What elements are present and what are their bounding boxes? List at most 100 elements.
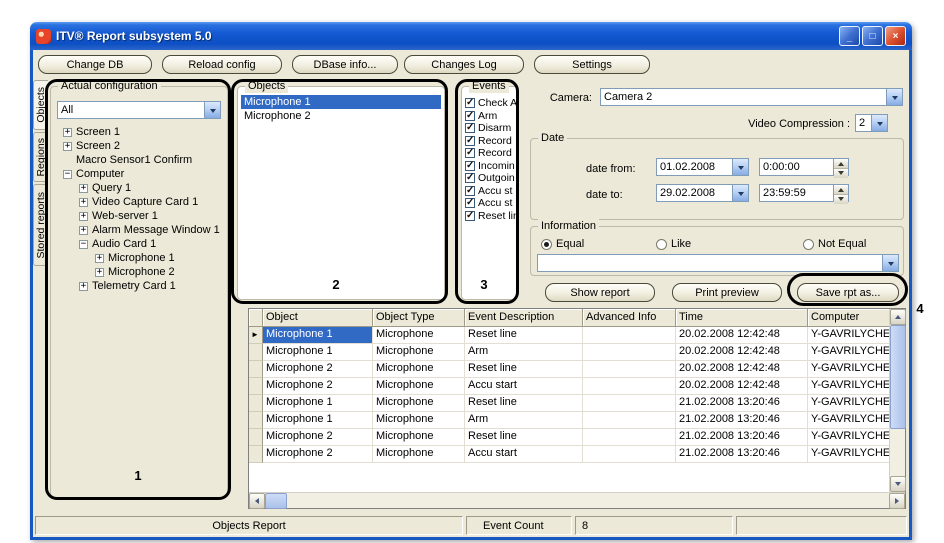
radio-icon[interactable] — [656, 239, 667, 250]
cell-advanced-info[interactable] — [583, 395, 676, 412]
cell-time[interactable]: 20.02.2008 12:42:48 — [676, 327, 808, 344]
event-filter-item[interactable]: Accu st — [465, 185, 516, 198]
dropdown-icon[interactable] — [871, 115, 887, 131]
cell-computer[interactable]: Y-GAVRILYCHEV — [808, 378, 890, 395]
event-filter-item[interactable]: Arm — [465, 110, 516, 123]
table-row[interactable]: Microphone 2 Microphone Accu start 20.02… — [249, 378, 890, 395]
object-list-item[interactable]: Microphone 2 — [241, 109, 441, 123]
tree-expander-icon[interactable]: + — [79, 198, 88, 207]
tree-expander-icon[interactable]: + — [63, 142, 72, 151]
table-row[interactable]: Microphone 1 Microphone Reset line 21.02… — [249, 395, 890, 412]
vertical-scroll-thumb[interactable] — [890, 325, 906, 429]
minimize-button[interactable]: _ — [839, 26, 860, 46]
tree-item[interactable]: + Screen 1 — [59, 125, 221, 139]
event-filter-item[interactable]: Check A — [465, 97, 516, 110]
event-filter-item[interactable]: Record — [465, 135, 516, 148]
tree-item[interactable]: + Screen 2 — [59, 139, 221, 153]
cell-event-description[interactable]: Arm — [465, 412, 583, 429]
tree-expander-icon[interactable]: − — [79, 240, 88, 249]
tree-item[interactable]: + Video Capture Card 1 — [59, 195, 221, 209]
column-header-event-description[interactable]: Event Description — [465, 309, 583, 327]
side-tab-stored-reports[interactable]: Stored reports — [33, 184, 48, 266]
cell-event-description[interactable]: Arm — [465, 344, 583, 361]
scroll-left-icon[interactable] — [249, 493, 265, 509]
tree-expander-icon[interactable]: − — [63, 170, 72, 179]
information-value-select[interactable] — [537, 254, 899, 272]
camera-select[interactable]: Camera 2 — [600, 88, 903, 106]
checkbox-icon[interactable] — [465, 186, 475, 196]
checkbox-icon[interactable] — [465, 123, 475, 133]
table-row[interactable]: Microphone 2 Microphone Accu start 21.02… — [249, 446, 890, 463]
dbase-info-button[interactable]: DBase info... — [292, 55, 398, 74]
cell-event-description[interactable]: Accu start — [465, 378, 583, 395]
column-header-object-type[interactable]: Object Type — [373, 309, 465, 327]
event-filter-item[interactable]: Incomin — [465, 160, 516, 173]
tree-expander-icon[interactable]: + — [63, 128, 72, 137]
cell-object-type[interactable]: Microphone — [373, 429, 465, 446]
cell-object-type[interactable]: Microphone — [373, 327, 465, 344]
table-row[interactable]: Microphone 2 Microphone Reset line 21.02… — [249, 429, 890, 446]
tree-expander-icon[interactable]: + — [79, 212, 88, 221]
horizontal-scrollbar[interactable] — [249, 492, 905, 508]
video-compression-select[interactable]: 2 — [855, 114, 888, 132]
cell-object[interactable]: Microphone 1 — [263, 344, 373, 361]
cell-object-type[interactable]: Microphone — [373, 344, 465, 361]
tree-expander-icon[interactable]: + — [95, 268, 104, 277]
column-header-computer[interactable]: Computer — [808, 309, 890, 327]
spin-down-icon[interactable] — [834, 195, 848, 204]
changes-log-button[interactable]: Changes Log — [404, 55, 524, 74]
cell-object[interactable]: Microphone 1 — [263, 395, 373, 412]
event-filter-item[interactable]: Reset lin — [465, 210, 516, 223]
event-filter-item[interactable]: Accu st — [465, 197, 516, 210]
vertical-scrollbar[interactable] — [889, 309, 905, 492]
change-db-button[interactable]: Change DB — [38, 55, 152, 74]
checkbox-icon[interactable] — [465, 173, 475, 183]
save-report-as-button[interactable]: Save rpt as... — [797, 283, 899, 302]
cell-advanced-info[interactable] — [583, 361, 676, 378]
cell-computer[interactable]: Y-GAVRILYCHEV — [808, 446, 890, 463]
maximize-button[interactable]: □ — [862, 26, 883, 46]
column-header-object[interactable]: Object — [263, 309, 373, 327]
time-from-spinner[interactable]: 0:00:00 — [759, 158, 849, 176]
scroll-right-icon[interactable] — [889, 493, 905, 509]
cell-time[interactable]: 21.02.2008 13:20:46 — [676, 395, 808, 412]
cell-event-description[interactable]: Reset line — [465, 429, 583, 446]
cell-object-type[interactable]: Microphone — [373, 446, 465, 463]
horizontal-scroll-thumb[interactable] — [265, 493, 287, 509]
spin-up-icon[interactable] — [834, 185, 848, 195]
cell-event-description[interactable]: Accu start — [465, 446, 583, 463]
table-row[interactable]: Microphone 1 Microphone Reset line 20.02… — [249, 327, 890, 344]
cell-object-type[interactable]: Microphone — [373, 412, 465, 429]
cell-event-description[interactable]: Reset line — [465, 327, 583, 344]
close-button[interactable]: × — [885, 26, 906, 46]
date-from-select[interactable]: 01.02.2008 — [656, 158, 749, 176]
dropdown-icon[interactable] — [882, 255, 898, 271]
spin-down-icon[interactable] — [834, 169, 848, 178]
tree-item[interactable]: + Query 1 — [59, 181, 221, 195]
radio-icon[interactable] — [803, 239, 814, 250]
dropdown-icon[interactable] — [886, 89, 902, 105]
cell-object-type[interactable]: Microphone — [373, 378, 465, 395]
cell-time[interactable]: 20.02.2008 12:42:48 — [676, 378, 808, 395]
tree-expander-icon[interactable]: + — [79, 282, 88, 291]
cell-time[interactable]: 21.02.2008 13:20:46 — [676, 412, 808, 429]
object-list-item[interactable]: Microphone 1 — [241, 95, 441, 109]
time-to-spinner[interactable]: 23:59:59 — [759, 184, 849, 202]
match-option-equal[interactable]: Equal — [541, 238, 584, 250]
tree-item[interactable]: − Computer — [59, 167, 221, 181]
table-row[interactable]: Microphone 1 Microphone Arm 20.02.2008 1… — [249, 344, 890, 361]
print-preview-button[interactable]: Print preview — [672, 283, 782, 302]
cell-advanced-info[interactable] — [583, 412, 676, 429]
cell-object[interactable]: Microphone 2 — [263, 446, 373, 463]
tree-item[interactable]: + Microphone 1 — [59, 251, 221, 265]
cell-time[interactable]: 21.02.2008 13:20:46 — [676, 446, 808, 463]
cell-computer[interactable]: Y-GAVRILYCHEV — [808, 327, 890, 344]
dropdown-icon[interactable] — [204, 102, 220, 118]
side-tab-objects[interactable]: Objects — [33, 80, 48, 130]
checkbox-icon[interactable] — [465, 161, 475, 171]
cell-advanced-info[interactable] — [583, 327, 676, 344]
cell-computer[interactable]: Y-GAVRILYCHEV — [808, 361, 890, 378]
cell-advanced-info[interactable] — [583, 446, 676, 463]
checkbox-icon[interactable] — [465, 198, 475, 208]
match-option-not-equal[interactable]: Not Equal — [803, 238, 866, 250]
